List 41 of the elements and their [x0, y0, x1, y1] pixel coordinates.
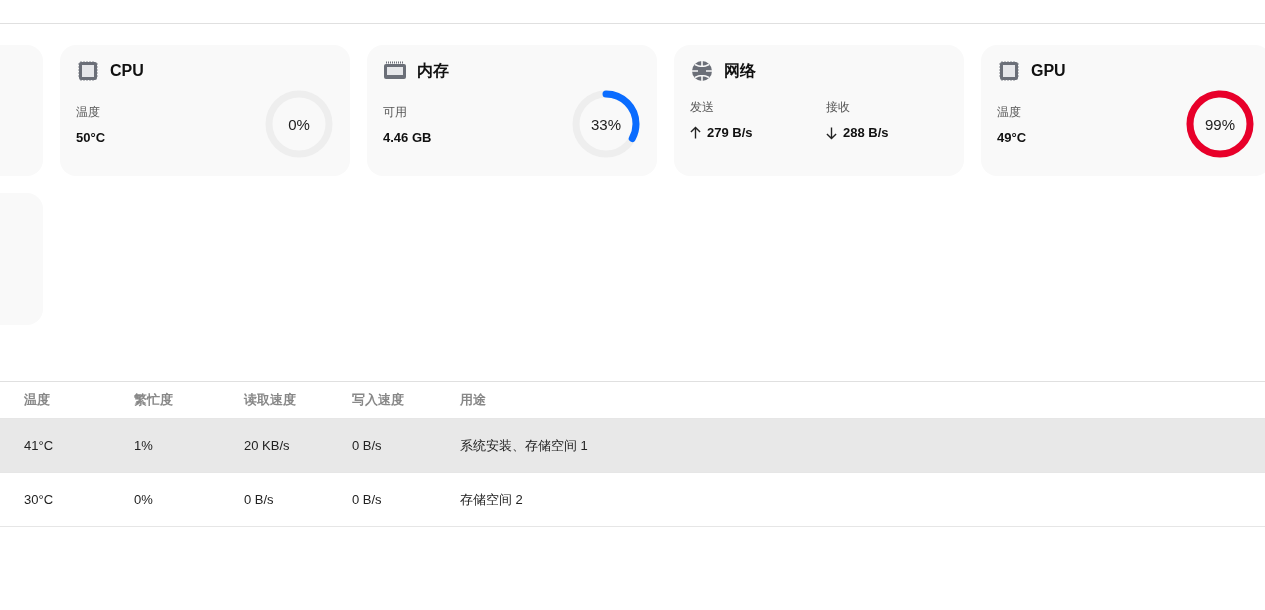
stat-value: 49°C — [997, 129, 1027, 145]
stat-label: 可用 — [383, 103, 408, 121]
stat-value: 279 B/s — [707, 125, 753, 140]
globe-icon — [690, 59, 714, 83]
table-cell-text: 0 B/s — [352, 492, 383, 507]
column-header: 读取速度 — [244, 391, 297, 409]
stat-value: 50°C — [76, 129, 106, 145]
gauge-reading: 0% — [288, 115, 310, 133]
column-header: 用途 — [460, 391, 486, 409]
table-cell: 存储空间 2 — [460, 490, 523, 509]
table-cell-text: 30°C — [24, 492, 55, 507]
card-title: GPU — [1031, 62, 1066, 80]
table-cell-text: 0 B/s — [352, 438, 383, 453]
stat-value: 4.46 GB — [383, 129, 432, 145]
card-title: 网络 — [724, 60, 756, 81]
table-cell-text: 20 KB/s — [244, 438, 291, 453]
stat-label: 发送 — [690, 99, 715, 116]
chip-icon — [76, 59, 100, 83]
gauge-reading: 99% — [1205, 115, 1235, 133]
stat-label: 接收 — [826, 99, 851, 116]
stat-label: 温度 — [997, 103, 1022, 121]
table-cell-text: 0 B/s — [244, 492, 275, 507]
stat-value: 288 B/s — [843, 125, 889, 140]
ring-gauge — [1185, 89, 1255, 159]
table-cell-text: 41°C — [24, 438, 55, 453]
ring-gauge — [571, 89, 641, 159]
table-row[interactable]: 30°C 0% 0 B/s 0 B/s 存储空间 2 — [0, 473, 1265, 527]
stat-label: 温度 — [76, 103, 101, 121]
column-header: 写入速度 — [352, 391, 405, 409]
card-title: 内存 — [417, 60, 449, 81]
down-arrow-icon — [826, 125, 837, 140]
card-title: CPU — [110, 62, 144, 80]
up-arrow-icon — [690, 125, 701, 140]
gauge-reading: 33% — [591, 115, 621, 133]
column-header: 温度 — [24, 391, 51, 409]
table-cell-text: 0% — [134, 492, 154, 507]
column-header: 繁忙度 — [134, 391, 174, 409]
table-cell-text: 1% — [134, 438, 154, 453]
table-row[interactable]: 41°C 1% 20 KB/s 0 B/s 系统安装、存储空间 1 — [0, 419, 1265, 473]
table-cell: 系统安装、存储空间 1 — [460, 436, 588, 455]
chip-icon — [997, 59, 1021, 83]
